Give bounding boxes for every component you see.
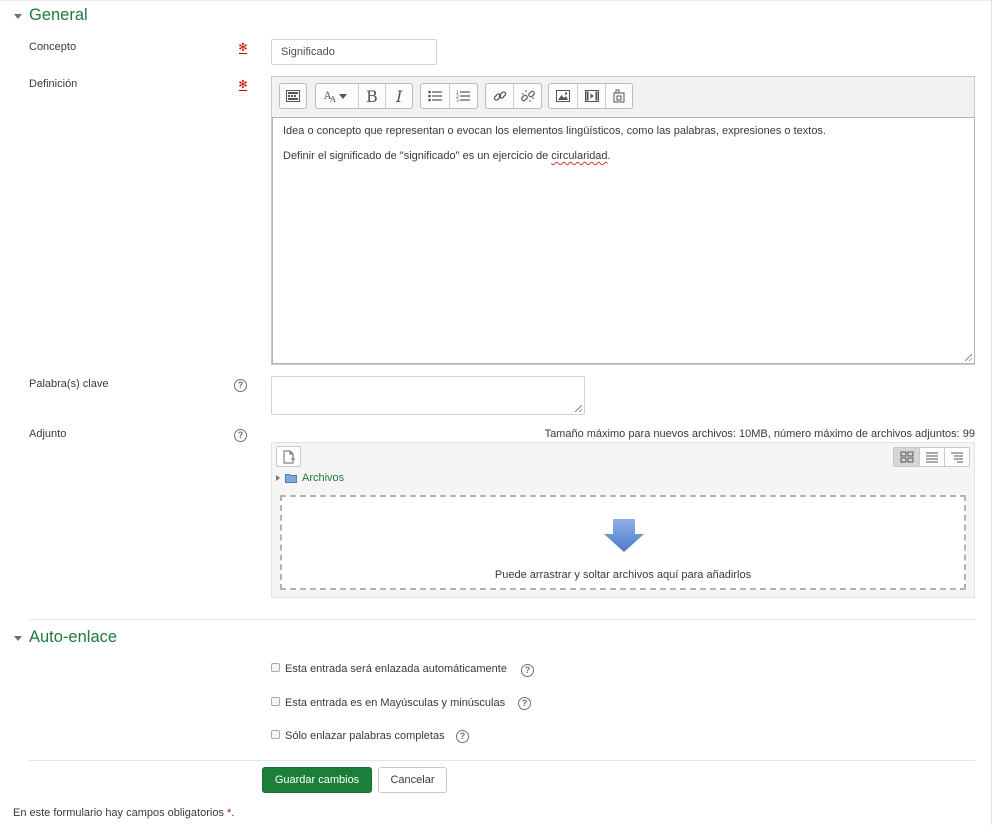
definition-label: Definición [29,78,78,90]
definition-content-area[interactable]: Idea o concepto que representan o evocan… [272,117,975,364]
view-icons-icon[interactable] [894,448,919,466]
section-toggle-autolink[interactable]: Auto-enlace [14,628,117,647]
editor-toolbar: AA B I 123 [272,77,974,117]
chevron-right-icon [276,475,280,481]
file-manager: Archivos Puede arrastrar y soltar archiv… [271,442,975,598]
misspelled-word: circularidad [551,150,608,162]
case-sensitive-checkbox[interactable] [271,697,280,706]
save-button[interactable]: Guardar cambios [262,767,372,793]
file-manager-toolbar: Archivos [272,443,974,487]
top-divider [0,0,992,1]
concept-input[interactable] [271,39,437,65]
resize-handle-icon[interactable] [575,405,582,412]
svg-text:✻: ✻ [238,79,247,91]
section-divider [29,619,975,620]
toolbar-group-style: AA B I [315,83,413,109]
file-drop-zone[interactable]: Puede arrastrar y soltar archivos aquí p… [280,495,966,590]
page-right-border [991,0,992,825]
definition-paragraph: Idea o concepto que representan o evocan… [283,125,826,137]
chevron-down-icon [14,14,22,19]
toolbar-group-lists: 123 [420,83,478,109]
link-icon[interactable] [486,84,513,108]
keywords-label: Palabra(s) clave [29,378,109,390]
whole-words-checkbox[interactable] [271,730,280,739]
view-list-icon[interactable] [919,448,944,466]
svg-text:✻: ✻ [238,42,247,54]
folder-icon [285,474,297,483]
keywords-textarea[interactable] [271,376,585,415]
required-icon: ✻ [238,79,248,91]
definition-text: . [607,150,611,162]
folder-tree-item[interactable]: Archivos [276,472,344,484]
help-icon[interactable]: ? [521,664,534,677]
definition-text: Definir el significado de "significado" … [283,150,552,162]
required-note-text: En este formulario hay campos obligatori… [13,807,224,819]
media-icon[interactable] [577,84,605,108]
unordered-list-icon[interactable] [421,84,449,108]
svg-text:3: 3 [456,98,459,102]
toolbar-toggle-icon[interactable] [280,84,306,108]
attachment-limits: Tamaño máximo para nuevos archivos: 10MB… [544,428,975,440]
add-file-icon [283,450,295,463]
font-style-icon[interactable]: AA [316,84,358,108]
resize-handle-icon[interactable] [965,354,972,361]
italic-icon[interactable]: I [385,84,412,108]
drop-zone-text: Puede arrastrar y soltar archivos aquí p… [494,569,752,581]
section-divider [29,760,975,761]
arrow-down-icon [604,519,644,552]
view-tree-icon[interactable] [944,448,969,466]
concept-label: Concepto [29,41,77,53]
unlink-icon[interactable] [513,84,541,108]
image-icon[interactable] [549,84,577,108]
section-title-autolink: Auto-enlace [29,628,118,646]
toolbar-group-media [548,83,633,109]
case-sensitive-checkbox-label: Esta entrada es en Mayúsculas y minúscul… [285,697,506,709]
folder-name: Archivos [302,472,345,484]
bold-icon[interactable]: B [357,84,386,108]
cancel-button[interactable]: Cancelar [378,767,447,793]
help-icon[interactable]: ? [456,730,469,743]
autolink-checkbox-label: Esta entrada será enlazada automáticamen… [285,663,507,675]
view-switcher [893,447,970,467]
help-icon[interactable]: ? [234,429,247,442]
section-toggle-general[interactable]: General [14,6,88,25]
toolbar-group-links [485,83,542,109]
add-file-button[interactable] [276,446,301,467]
definition-paragraph: Definir el significado de "significado" … [283,150,964,162]
svg-text:A: A [329,95,336,103]
section-title-general: General [29,6,88,24]
definition-editor: AA B I 123 Idea o concepto que represent… [271,76,975,365]
manage-files-icon[interactable] [605,84,632,108]
chevron-down-icon [14,636,22,641]
attachment-label: Adjunto [29,428,67,440]
toolbar-group-collapse [279,83,307,109]
ordered-list-icon[interactable]: 123 [448,84,478,108]
required-icon: ✻ [238,42,248,54]
help-icon[interactable]: ? [518,697,531,710]
required-note-period: . [231,807,235,819]
required-fields-note: En este formulario hay campos obligatori… [13,807,234,819]
help-icon[interactable]: ? [234,379,247,392]
whole-words-checkbox-label: Sólo enlazar palabras completas [285,730,445,742]
autolink-checkbox[interactable] [271,663,280,672]
